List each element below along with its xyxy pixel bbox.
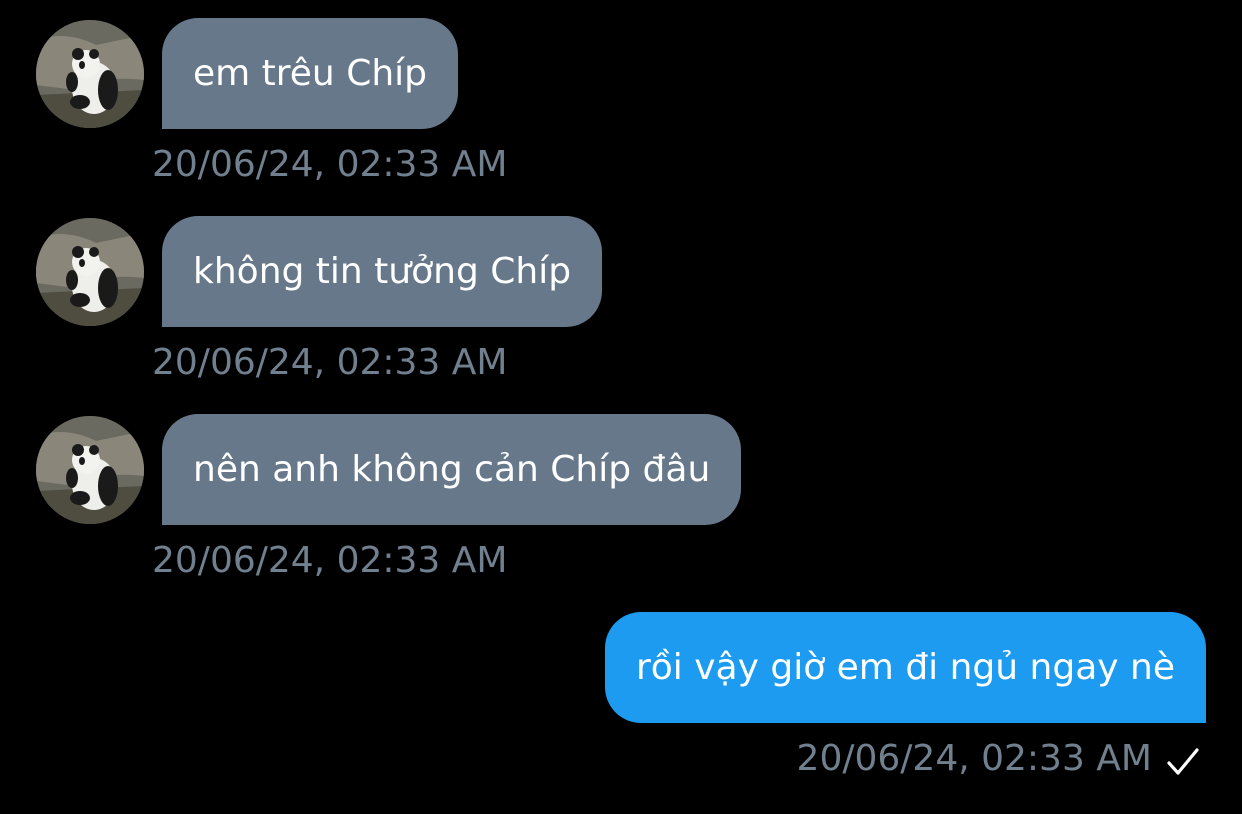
message-text: em trêu Chíp bbox=[193, 53, 427, 94]
message-bubble-outgoing[interactable]: rồi vậy giờ em đi ngủ ngay nè bbox=[604, 612, 1206, 723]
message-timestamp: 20/06/24, 02:33 AM bbox=[152, 342, 508, 383]
message-timestamp: 20/06/24, 02:33 AM bbox=[152, 144, 508, 185]
sender-avatar[interactable] bbox=[36, 416, 144, 524]
panda-avatar-icon bbox=[36, 20, 144, 128]
message-timestamp: 20/06/24, 02:33 AM bbox=[152, 540, 508, 581]
panda-avatar-icon bbox=[36, 416, 144, 524]
message-timestamp: 20/06/24, 02:33 AM bbox=[796, 738, 1152, 779]
message-bubble-incoming[interactable]: nên anh không cản Chíp đâu bbox=[162, 414, 742, 525]
sender-avatar[interactable] bbox=[36, 218, 144, 326]
message-text: không tin tưởng Chíp bbox=[193, 251, 572, 292]
message-bubble-incoming[interactable]: em trêu Chíp bbox=[162, 18, 458, 129]
sender-avatar[interactable] bbox=[36, 20, 144, 128]
message-bubble-incoming[interactable]: không tin tưởng Chíp bbox=[162, 216, 603, 327]
panda-avatar-icon bbox=[36, 218, 144, 326]
message-text: nên anh không cản Chíp đâu bbox=[193, 449, 711, 490]
checkmark-icon bbox=[1167, 748, 1199, 775]
message-text: rồi vậy giờ em đi ngủ ngay nè bbox=[635, 647, 1175, 688]
